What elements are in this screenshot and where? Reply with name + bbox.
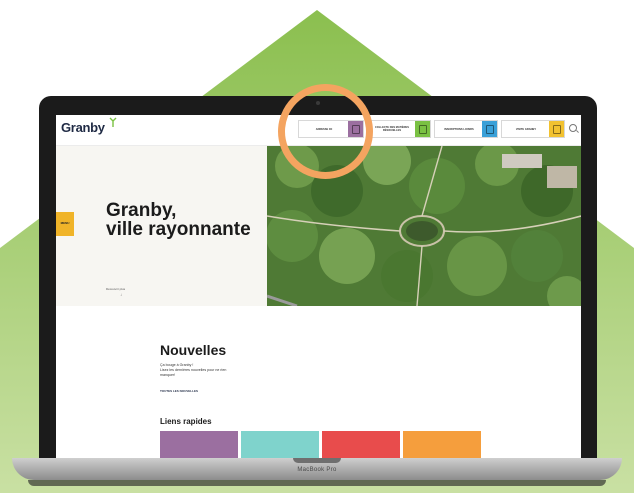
search-icon[interactable] <box>569 124 577 132</box>
hero-title-line2: ville rayonnante <box>106 219 251 240</box>
suitcase-icon <box>549 121 564 137</box>
highlight-circle <box>278 84 373 179</box>
nav-inscriptions-button[interactable]: INSCRIPTIONS LOISIRS <box>434 120 498 138</box>
quick-link-tile[interactable] <box>160 431 238 460</box>
quick-links-heading: Liens rapides <box>160 417 212 426</box>
menu-button[interactable]: MENU <box>56 212 74 236</box>
all-news-link[interactable]: TOUTES LES NOUVELLES <box>160 389 198 393</box>
nav-visite-button[interactable]: VISITE GRANBY <box>501 120 565 138</box>
news-description: Ça bouge à Granby ! Lisez les dernières … <box>160 363 230 378</box>
laptop-base: MacBook Pro <box>12 458 622 480</box>
news-text-line2: Lisez les dernières nouvelles pour ne ri… <box>160 368 227 377</box>
news-heading: Nouvelles <box>160 342 227 358</box>
nav-collecte-label: COLLECTE DES MATIÈRES RÉSIDUELLES <box>375 126 409 132</box>
nav-visite-label: VISITE GRANBY <box>515 127 537 131</box>
hero-title-line1: Granby, <box>106 200 177 221</box>
device-label: MacBook Pro <box>297 467 337 473</box>
nav-collecte-button[interactable]: COLLECTE DES MATIÈRES RÉSIDUELLES <box>367 120 431 138</box>
discover-more-link[interactable]: Découvrir plus <box>106 287 125 291</box>
laptop-notch <box>293 458 341 463</box>
arrow-down-icon[interactable]: ↓ <box>120 292 122 297</box>
laptop-shadow <box>28 480 606 486</box>
nav-inscriptions-label: INSCRIPTIONS LOISIRS <box>444 127 474 131</box>
quick-link-tile[interactable] <box>241 431 319 460</box>
hero-title: Granby, ville rayonnante <box>106 201 251 239</box>
quick-link-tile[interactable] <box>403 431 481 460</box>
calendar-icon <box>482 121 497 137</box>
menu-label: MENU <box>60 221 70 225</box>
site-logo[interactable]: Granby <box>61 120 105 135</box>
recycle-icon <box>415 121 430 137</box>
leaf-icon <box>109 117 117 127</box>
quick-link-tile[interactable] <box>322 431 400 460</box>
